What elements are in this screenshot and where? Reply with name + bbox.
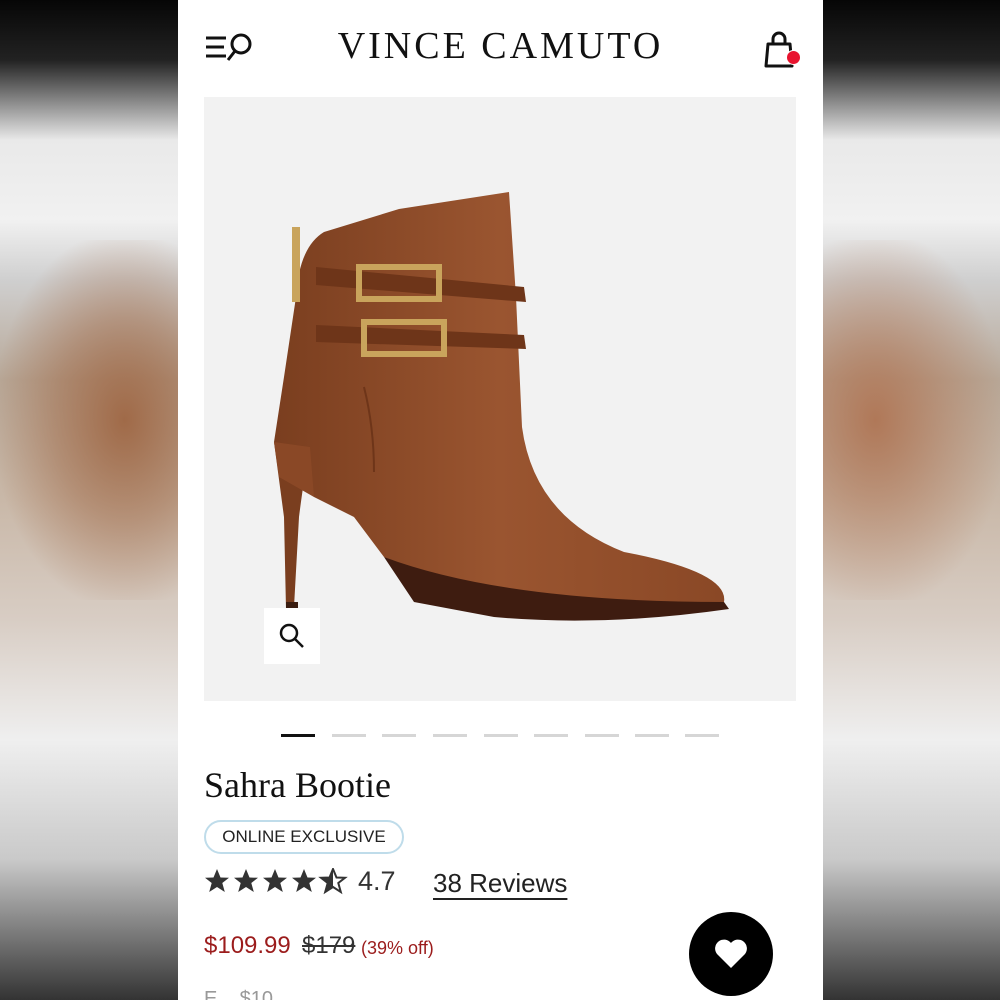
star-icon bbox=[263, 869, 287, 892]
star-icon bbox=[234, 869, 258, 892]
carousel-dot[interactable] bbox=[484, 734, 518, 737]
sale-price: $109.99 bbox=[204, 932, 291, 959]
magnifier-icon[interactable] bbox=[264, 608, 320, 664]
site-header: VINCE CAMUTO bbox=[178, 0, 823, 96]
product-title: Sahra Bootie bbox=[204, 765, 391, 805]
star-icon bbox=[205, 869, 229, 892]
rating-value: 4.7 bbox=[358, 866, 396, 896]
brand-logo[interactable]: VINCE CAMUTO bbox=[178, 24, 823, 68]
carousel-dot[interactable] bbox=[433, 734, 467, 737]
cart-badge bbox=[786, 50, 801, 65]
promo-text-cut: E... $10 ... ... ... ... ... ... bbox=[204, 988, 407, 1000]
discount-label: (39% off) bbox=[361, 938, 434, 958]
heart-icon bbox=[715, 939, 747, 968]
online-exclusive-badge: ONLINE EXCLUSIVE bbox=[204, 820, 404, 854]
favorite-button[interactable] bbox=[689, 912, 773, 996]
carousel-dot[interactable] bbox=[281, 734, 315, 737]
carousel-dot[interactable] bbox=[332, 734, 366, 737]
reviews-link[interactable]: 38 Reviews bbox=[433, 868, 567, 899]
carousel-dot[interactable] bbox=[635, 734, 669, 737]
carousel-indicator bbox=[281, 734, 721, 738]
phone-screen: VINCE CAMUTO Sahra Bootie ONLINE EXCLUSI… bbox=[178, 0, 823, 1000]
carousel-dot[interactable] bbox=[382, 734, 416, 737]
star-icon bbox=[292, 869, 316, 892]
carousel-dot[interactable] bbox=[534, 734, 568, 737]
shopping-bag-icon[interactable] bbox=[762, 30, 801, 70]
carousel-dot[interactable] bbox=[585, 734, 619, 737]
product-image[interactable] bbox=[204, 97, 796, 701]
original-price: $179 bbox=[302, 932, 356, 959]
star-rating bbox=[204, 866, 349, 896]
carousel-dot[interactable] bbox=[685, 734, 719, 737]
